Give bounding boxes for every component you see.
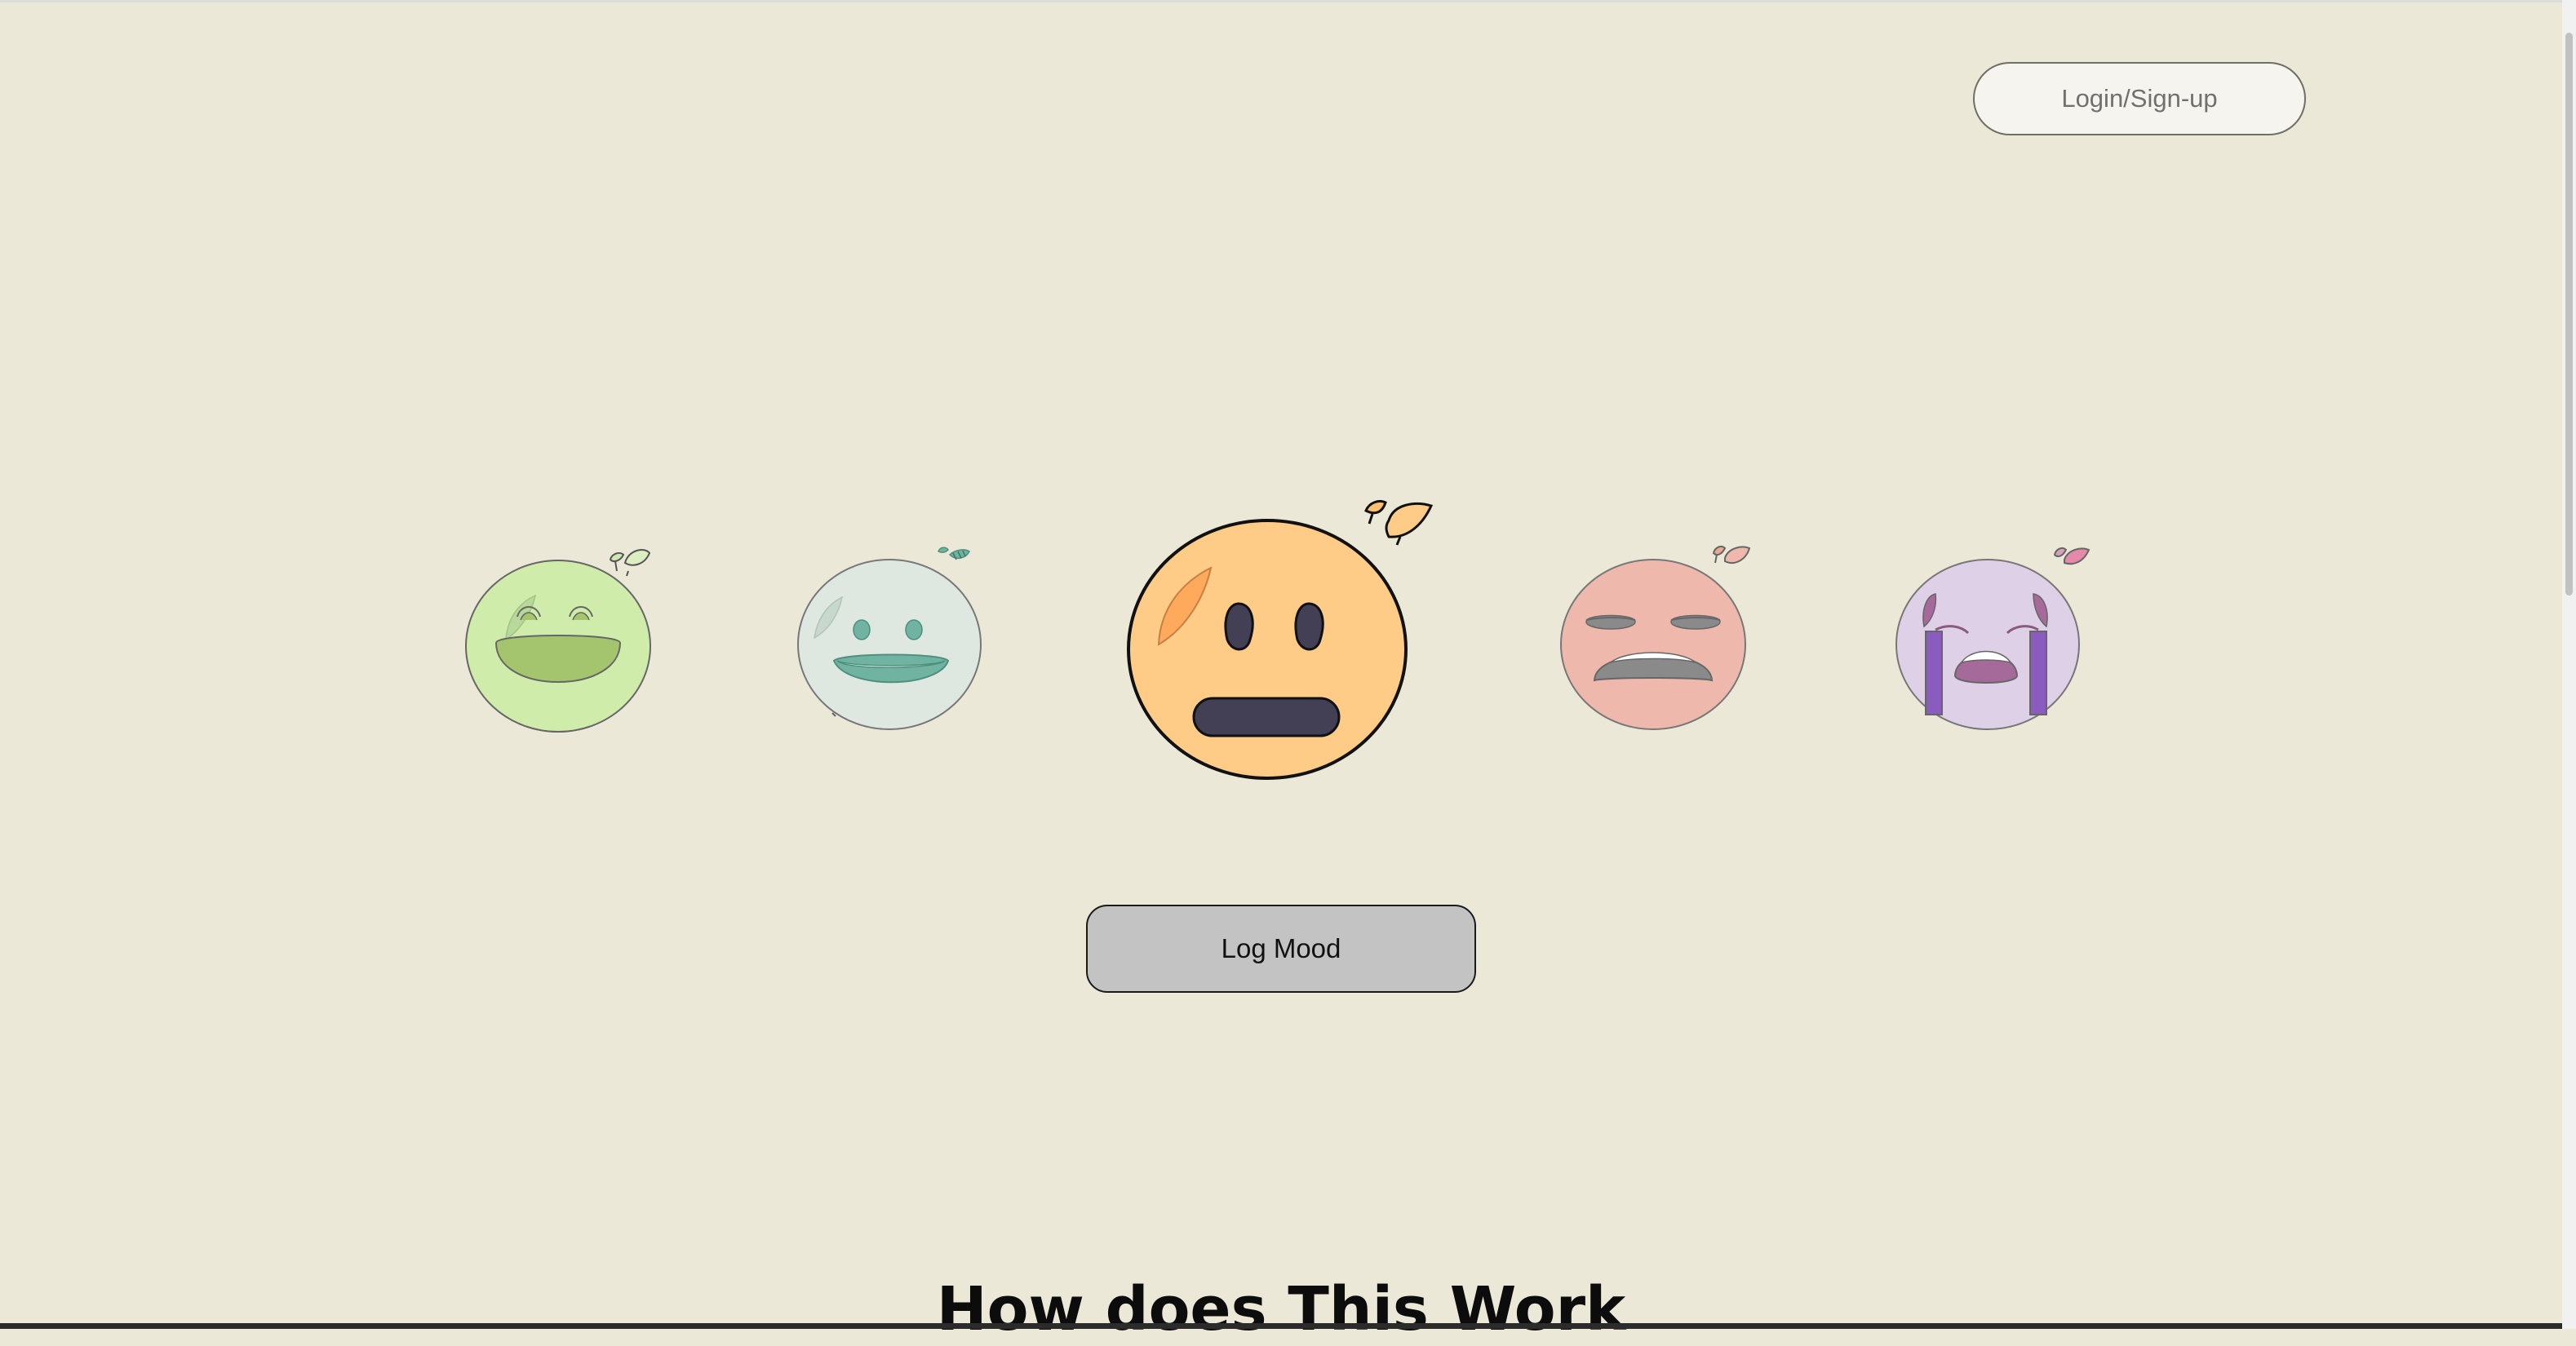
mood-neutral-face[interactable]: [1120, 494, 1446, 788]
login-signup-button[interactable]: Login/Sign-up: [1973, 62, 2306, 135]
mood-happy-face[interactable]: [793, 542, 1005, 737]
mood-very-happy-face[interactable]: [460, 542, 672, 737]
leaf-icon: [2053, 547, 2091, 565]
leaf-icon: [1364, 499, 1434, 546]
how-it-works-heading: How does This Work: [936, 1274, 1626, 1344]
mood-sad-face[interactable]: [1554, 542, 1766, 737]
leaf-icon: [938, 547, 970, 560]
log-mood-button[interactable]: Log Mood: [1086, 905, 1476, 993]
leaf-icon: [1712, 546, 1751, 564]
bottom-border: [0, 1323, 2562, 1329]
scrollbar-thumb[interactable]: [2565, 33, 2573, 596]
mood-very-sad-face[interactable]: [1887, 542, 2099, 737]
leaf-icon: [609, 549, 651, 577]
top-border: [0, 0, 2576, 2]
